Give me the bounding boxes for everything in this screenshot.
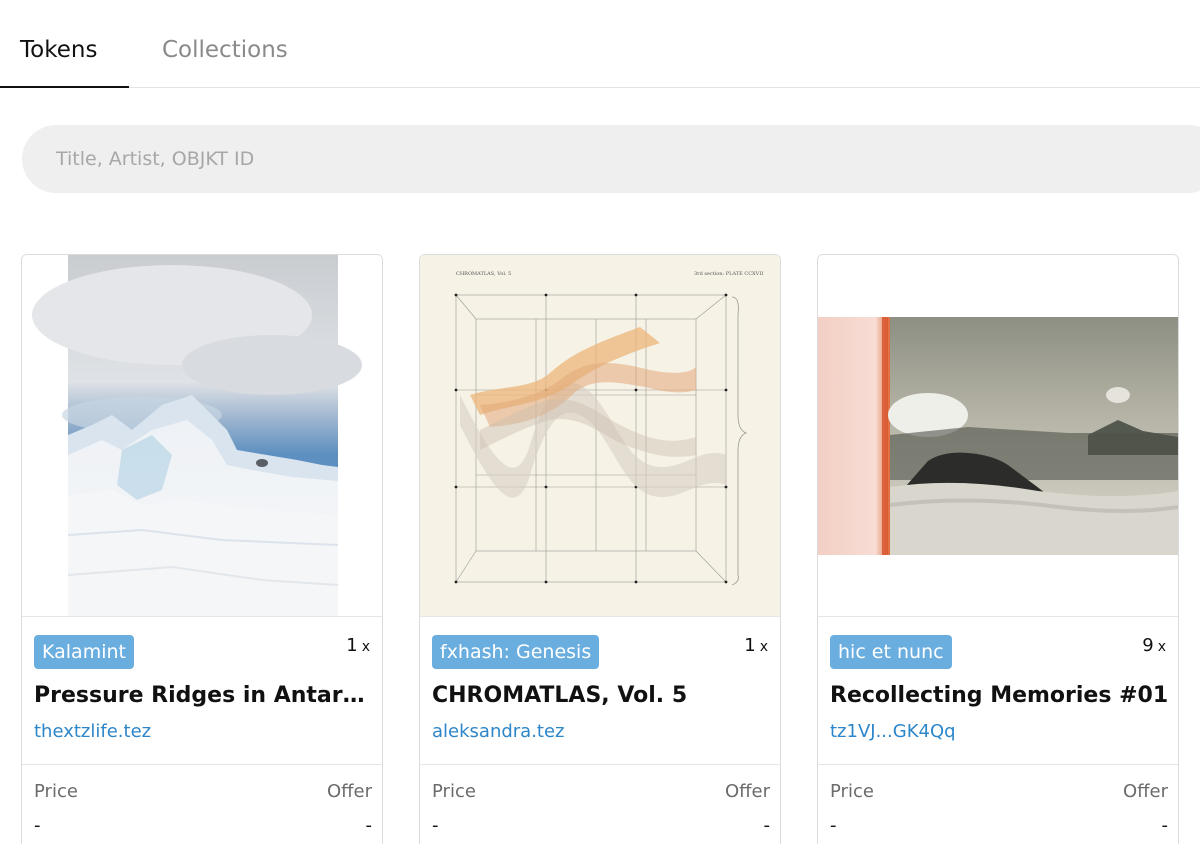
- image-header-left: CHROMATLAS, Vol. 5: [456, 271, 511, 277]
- token-info: fxhash: Genesis 1x CHROMATLAS, Vol. 5 al…: [420, 617, 780, 765]
- platform-badge[interactable]: Kalamint: [34, 635, 134, 669]
- token-card[interactable]: hic et nunc 9x Recollecting Memories #01…: [817, 254, 1179, 844]
- tab-tokens[interactable]: Tokens: [20, 34, 97, 66]
- search-input[interactable]: [56, 125, 1156, 193]
- token-image[interactable]: [818, 255, 1178, 617]
- token-title[interactable]: Recollecting Memories #01: [830, 683, 1170, 708]
- price-value: -: [432, 815, 439, 836]
- editions-count: 1x: [744, 635, 768, 656]
- price-label: Price: [432, 781, 476, 802]
- token-image[interactable]: [22, 255, 382, 617]
- token-info: Kalamint 1x Pressure Ridges in Antarctic…: [22, 617, 382, 765]
- editions-count: 1x: [346, 635, 370, 656]
- token-title[interactable]: CHROMATLAS, Vol. 5: [432, 683, 772, 708]
- token-card[interactable]: CHROMATLAS, Vol. 5 3rd section: PLATE CC…: [419, 254, 781, 844]
- image-header-right: 3rd section: PLATE CCXVII: [694, 271, 763, 277]
- platform-badge[interactable]: hic et nunc: [830, 635, 952, 669]
- offer-label: Offer: [724, 781, 770, 802]
- token-title[interactable]: Pressure Ridges in Antarctica: [34, 683, 374, 708]
- search-bar: [22, 125, 1200, 193]
- offer-value: -: [1161, 815, 1169, 836]
- active-tab-indicator: [0, 86, 129, 88]
- price-label: Price: [34, 781, 78, 802]
- editions-number: 9: [1142, 635, 1154, 656]
- token-image-artwork: [32, 255, 362, 616]
- artist-link[interactable]: aleksandra.tez: [432, 721, 565, 742]
- token-image-artwork: CHROMATLAS, Vol. 5 3rd section: PLATE CC…: [420, 255, 780, 616]
- offer-value: -: [365, 815, 373, 836]
- token-info: hic et nunc 9x Recollecting Memories #01…: [818, 617, 1178, 765]
- offer-value: -: [763, 815, 771, 836]
- offer-label: Offer: [1122, 781, 1168, 802]
- editions-number: 1: [744, 635, 756, 656]
- price-value: -: [34, 815, 41, 836]
- editions-suffix: x: [361, 639, 370, 655]
- tab-bar: Tokens Collections: [0, 0, 1200, 88]
- token-image[interactable]: CHROMATLAS, Vol. 5 3rd section: PLATE CC…: [420, 255, 780, 617]
- artist-link[interactable]: tz1VJ...GK4Qq: [830, 721, 956, 742]
- artist-link[interactable]: thextzlife.tez: [34, 721, 151, 742]
- token-card[interactable]: Kalamint 1x Pressure Ridges in Antarctic…: [21, 254, 383, 844]
- editions-count: 9x: [1142, 635, 1166, 656]
- platform-badge[interactable]: fxhash: Genesis: [432, 635, 600, 669]
- tab-collections[interactable]: Collections: [162, 34, 288, 66]
- editions-suffix: x: [1157, 639, 1166, 655]
- offer-label: Offer: [326, 781, 372, 802]
- price-value: -: [830, 815, 837, 836]
- token-image-artwork: [818, 317, 1178, 555]
- editions-suffix: x: [759, 639, 768, 655]
- editions-number: 1: [346, 635, 358, 656]
- price-label: Price: [830, 781, 874, 802]
